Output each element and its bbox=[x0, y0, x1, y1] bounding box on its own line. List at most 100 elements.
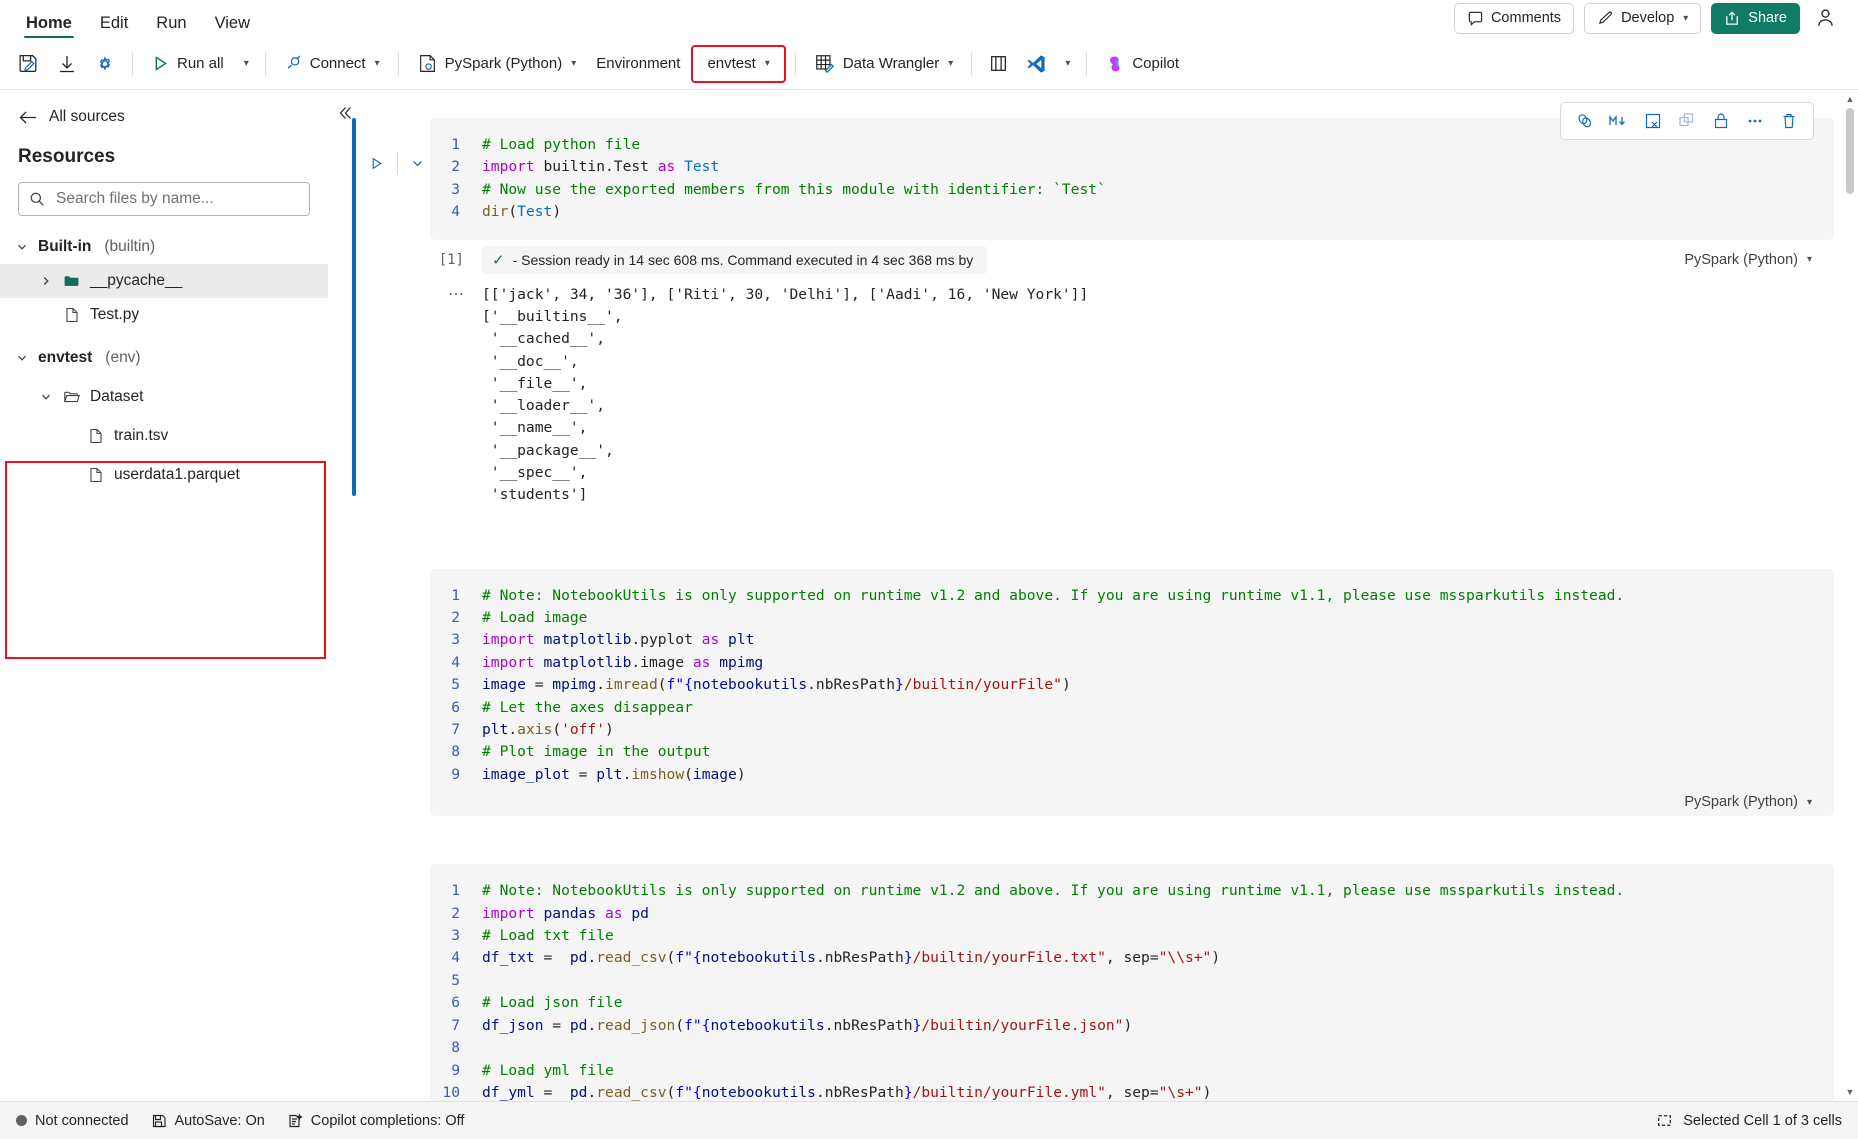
all-sources-label: All sources bbox=[49, 108, 125, 125]
cell-3-code-editor[interactable]: 1 # Note: NotebookUtils is only supported… bbox=[430, 864, 1834, 1101]
collapse-sidebar-button[interactable] bbox=[328, 96, 362, 130]
vscode-icon-button[interactable] bbox=[1018, 47, 1054, 81]
link-icon[interactable] bbox=[1569, 106, 1601, 136]
code-token: read_csv bbox=[596, 1083, 667, 1101]
notebook-cell-3[interactable]: 1 # Note: NotebookUtils is only supported… bbox=[328, 816, 1858, 1101]
cell-2-language-badge[interactable]: PySpark (Python) ▾ bbox=[430, 786, 1834, 816]
menu-tab-view[interactable]: View bbox=[203, 14, 262, 39]
code-line: 4 dir(Test) bbox=[430, 201, 1834, 223]
code-token: df_json bbox=[482, 1016, 544, 1034]
run-all-dropdown[interactable]: ▾ bbox=[235, 47, 256, 81]
code-token: # Load image bbox=[482, 609, 588, 626]
line-number: 9 bbox=[451, 1061, 460, 1079]
cell-2-code-editor[interactable]: 1 # Note: NotebookUtils is only supported… bbox=[430, 568, 1834, 817]
output-ellipsis-icon[interactable]: ⋯ bbox=[430, 284, 482, 507]
notebook-cell-2[interactable]: 1 # Note: NotebookUtils is only supported… bbox=[328, 507, 1858, 817]
copilot-completions-label: Copilot completions: Off bbox=[310, 1112, 465, 1129]
toolbar-divider bbox=[1086, 51, 1088, 76]
notebook-scroll-area[interactable]: 1 # Load python file 2 import builtin.Test… bbox=[328, 90, 1858, 1101]
chevron-right-icon[interactable] bbox=[38, 275, 54, 287]
copilot-completions-status[interactable]: Copilot completions: Off bbox=[287, 1112, 465, 1129]
scroll-up-arrow-icon[interactable]: ▲ bbox=[1845, 94, 1855, 104]
code-token: imshow bbox=[631, 765, 685, 783]
code-token: plt bbox=[596, 765, 623, 783]
tree-item-userdata1-parquet[interactable]: userdata1.parquet bbox=[0, 458, 328, 492]
chevron-down-icon[interactable] bbox=[14, 241, 30, 253]
code-token: "\\s+" bbox=[1158, 949, 1212, 967]
chevron-down-icon[interactable] bbox=[14, 352, 30, 364]
code-token: pd bbox=[569, 1016, 588, 1034]
code-token: # Let the axes disappear bbox=[482, 698, 693, 716]
duplicate-icon[interactable] bbox=[1671, 106, 1703, 136]
connect-button[interactable]: Connect ▾ bbox=[275, 47, 389, 81]
scrollbar-thumb[interactable] bbox=[1846, 108, 1854, 194]
search-input[interactable] bbox=[54, 189, 299, 209]
copilot-button[interactable]: Copilot bbox=[1096, 47, 1188, 81]
code-token: # Now use the exported members from this… bbox=[482, 180, 1106, 198]
vscode-dropdown[interactable]: ▾ bbox=[1056, 47, 1077, 81]
code-line: 4 import matplotlib.image as mpimg bbox=[430, 652, 1834, 674]
environment-button[interactable]: Environment bbox=[587, 47, 689, 81]
user-avatar[interactable] bbox=[1810, 2, 1842, 34]
share-icon bbox=[1724, 10, 1741, 27]
settings-gear-icon-button[interactable] bbox=[87, 47, 123, 81]
markdown-down-icon[interactable] bbox=[1603, 106, 1635, 136]
layout-icon-button[interactable] bbox=[981, 47, 1016, 81]
menu-tab-home[interactable]: Home bbox=[14, 14, 84, 39]
tree-item-test-py[interactable]: Test.py bbox=[0, 298, 328, 332]
scroll-down-arrow-icon[interactable]: ▼ bbox=[1845, 1087, 1855, 1097]
save-icon-button[interactable] bbox=[10, 47, 47, 81]
share-button[interactable]: Share bbox=[1711, 2, 1800, 34]
line-number: 1 bbox=[451, 136, 460, 153]
clear-output-icon[interactable] bbox=[1637, 106, 1669, 136]
code-token: .nbResPath bbox=[815, 1083, 904, 1101]
menu-tab-run[interactable]: Run bbox=[144, 14, 198, 39]
code-token: ) bbox=[736, 765, 746, 783]
tree-item-train-tsv[interactable]: train.tsv bbox=[0, 419, 328, 453]
delete-icon[interactable] bbox=[1773, 106, 1805, 136]
comments-button[interactable]: Comments bbox=[1453, 2, 1575, 34]
develop-button[interactable]: Develop ▾ bbox=[1584, 2, 1702, 34]
data-wrangler-button[interactable]: Data Wrangler ▾ bbox=[805, 47, 962, 81]
code-token: .nbResPath bbox=[824, 1016, 913, 1034]
env-selector[interactable]: envtest ▾ bbox=[691, 44, 786, 83]
chevron-down-icon[interactable] bbox=[38, 391, 54, 403]
connection-status[interactable]: Not connected bbox=[16, 1113, 129, 1129]
tree-group-builtin[interactable]: Built-in (builtin) bbox=[0, 230, 328, 264]
code-line: 8 # Plot image in the output bbox=[430, 741, 1834, 763]
search-files-box[interactable] bbox=[18, 182, 310, 216]
code-token: ( bbox=[508, 203, 518, 221]
autosave-status[interactable]: AutoSave: On bbox=[151, 1113, 265, 1129]
code-line: 3 # Load txt file bbox=[430, 925, 1834, 947]
code-line: 8 bbox=[430, 1037, 1834, 1059]
download-icon-button[interactable] bbox=[49, 47, 85, 81]
code-token: # Load yml file bbox=[482, 1061, 614, 1079]
code-token: 'off' bbox=[561, 721, 606, 739]
language-label: PySpark (Python) bbox=[444, 55, 563, 72]
run-all-button[interactable]: Run all bbox=[142, 47, 233, 81]
plug-icon bbox=[284, 54, 303, 73]
tree-item-pycache[interactable]: __pycache__ bbox=[0, 264, 328, 298]
notebook-scrollbar[interactable]: ▲ ▼ bbox=[1844, 94, 1856, 1097]
all-sources-back-button[interactable]: All sources bbox=[0, 102, 328, 132]
language-selector[interactable]: PySpark (Python) ▾ bbox=[408, 47, 586, 81]
cell-1-language-badge[interactable]: PySpark (Python) ▾ bbox=[1684, 252, 1834, 268]
code-token: imread bbox=[605, 676, 658, 694]
more-icon[interactable] bbox=[1739, 106, 1771, 136]
tree-group-envtest[interactable]: envtest (env) bbox=[0, 341, 328, 375]
cell-menu-chevron-icon[interactable] bbox=[405, 150, 430, 176]
code-token: # Plot image in the output bbox=[482, 743, 711, 761]
run-cell-button[interactable] bbox=[364, 150, 389, 176]
line-number: 3 bbox=[451, 180, 460, 198]
tree-item-dataset[interactable]: Dataset bbox=[0, 380, 328, 414]
code-token: ( bbox=[684, 765, 693, 783]
notebook-cell-1[interactable]: 1 # Load python file 2 import builtin.Test… bbox=[328, 90, 1858, 507]
lock-icon[interactable] bbox=[1705, 106, 1737, 136]
menu-tab-edit[interactable]: Edit bbox=[88, 14, 140, 39]
code-token: pd bbox=[569, 1083, 588, 1101]
line-number: 9 bbox=[451, 765, 460, 783]
file-icon bbox=[86, 427, 106, 445]
code-token: import bbox=[482, 653, 535, 671]
pen-icon bbox=[1597, 10, 1614, 27]
code-token: matplotlib bbox=[534, 653, 632, 671]
